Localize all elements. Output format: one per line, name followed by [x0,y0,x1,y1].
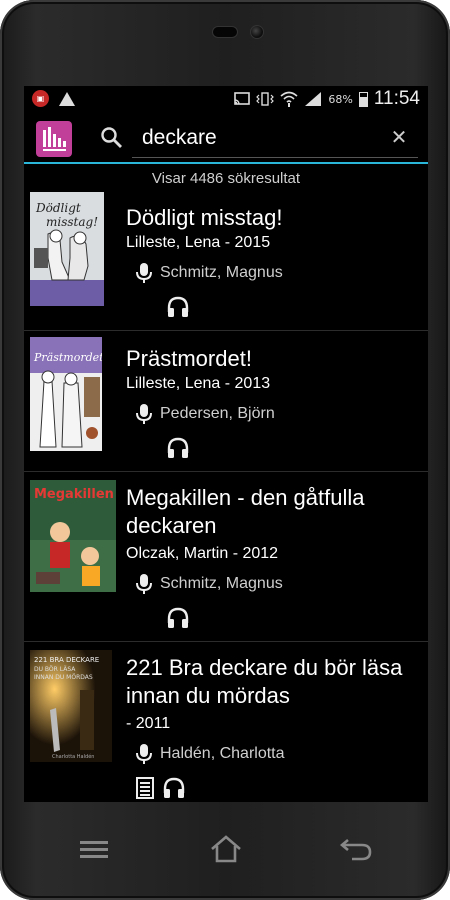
narrator-name: Schmitz, Magnus [160,264,283,281]
svg-text:Megakillen: Megakillen [34,487,114,502]
screen: ▣ 68% 11:54 deckare ✕ Visar 4486 sökresu… [24,86,428,802]
microphone-icon [136,404,152,424]
search-icon[interactable] [100,126,124,150]
book-cover: Prästmordet! [30,337,102,451]
back-icon[interactable] [338,834,374,864]
microphone-icon [136,263,152,283]
item-narrator: Schmitz, Magnus [136,573,283,595]
home-icon[interactable] [208,834,244,864]
headphones-icon [163,777,185,798]
list-item[interactable]: 221 BRA DECKARE DU BÖR LÄSA INNAN DU MÖR… [24,642,428,802]
front-camera [250,25,264,39]
item-title[interactable]: Dödligt misstag! [126,204,421,232]
item-title[interactable]: Megakillen - den gåtfulla deckaren [126,484,421,540]
notification-app-icon: ▣ [32,90,49,107]
speaker-grille [212,26,238,38]
wifi-icon [280,91,298,107]
headphones-icon [167,296,189,317]
microphone-icon [136,574,152,594]
battery-icon [358,91,368,107]
search-field[interactable]: ✕ [132,118,418,158]
item-year: - 2012 [228,545,279,562]
warning-icon [59,91,75,106]
status-bar: ▣ 68% 11:54 [24,86,428,112]
clock: 11:54 [373,88,420,109]
phone-frame: ▣ 68% 11:54 deckare ✕ Visar 4486 sökresu… [0,0,450,900]
narrator-name: Schmitz, Magnus [160,575,283,592]
item-narrator: Pedersen, Björn [136,403,275,425]
item-meta: Olczak, Martin - 2012 [126,545,278,563]
item-year: - 2013 [220,375,271,392]
svg-text:Charlotta Haldén: Charlotta Haldén [52,753,94,760]
item-year: - 2015 [220,234,271,251]
headphones-icon [167,437,189,458]
book-cover: Megakillen [30,480,116,592]
item-meta: Lilleste, Lena - 2013 [126,375,270,393]
item-author: Olczak, Martin [126,545,229,562]
item-year: - 2011 [126,715,171,732]
svg-text:misstag!: misstag! [46,215,98,229]
battery-percent: 68% [328,92,353,106]
vibrate-icon [256,92,275,106]
narrator-name: Pedersen, Björn [160,405,275,422]
microphone-icon [136,744,152,764]
svg-text:DU BÖR LÄSA: DU BÖR LÄSA [34,666,76,673]
item-title[interactable]: 221 Bra deckare du bör läsa innan du mör… [126,654,421,710]
book-cover: 221 BRA DECKARE DU BÖR LÄSA INNAN DU MÖR… [30,650,112,762]
menu-icon[interactable] [76,834,112,864]
app-bar: ✕ [24,112,428,164]
svg-text:Prästmordet!: Prästmordet! [33,351,102,364]
svg-text:221 BRA DECKARE: 221 BRA DECKARE [34,656,99,664]
signal-icon [305,92,322,106]
app-logo-icon[interactable] [36,121,72,157]
narrator-name: Haldén, Charlotta [160,745,285,762]
search-input[interactable] [142,126,372,150]
list-item[interactable]: Dödligt misstag! Dödligt misstag! Lilles… [24,190,428,331]
item-meta: - 2011 [126,715,170,733]
nav-bar [24,808,428,888]
item-author: Lilleste, Lena [126,375,221,392]
svg-text:INNAN DU MÖRDAS: INNAN DU MÖRDAS [34,674,93,681]
book-cover: Dödligt misstag! [30,192,104,306]
cast-icon [234,92,251,105]
list-item[interactable]: Prästmordet! Prästmordet! Lilleste, Lena… [24,331,428,472]
item-author: Lilleste, Lena [126,234,221,251]
svg-text:Dödligt: Dödligt [35,201,81,215]
item-title[interactable]: Prästmordet! [126,345,421,373]
result-count: Visar 4486 sökresultat [151,170,301,187]
clear-icon[interactable]: ✕ [388,126,410,148]
item-narrator: Haldén, Charlotta [136,743,285,765]
headphones-icon [167,607,189,628]
item-narrator: Schmitz, Magnus [136,262,283,284]
text-book-icon [136,777,154,799]
item-meta: Lilleste, Lena - 2015 [126,234,270,252]
list-item[interactable]: Megakillen Megakillen - den gåtfulla dec… [24,472,428,642]
